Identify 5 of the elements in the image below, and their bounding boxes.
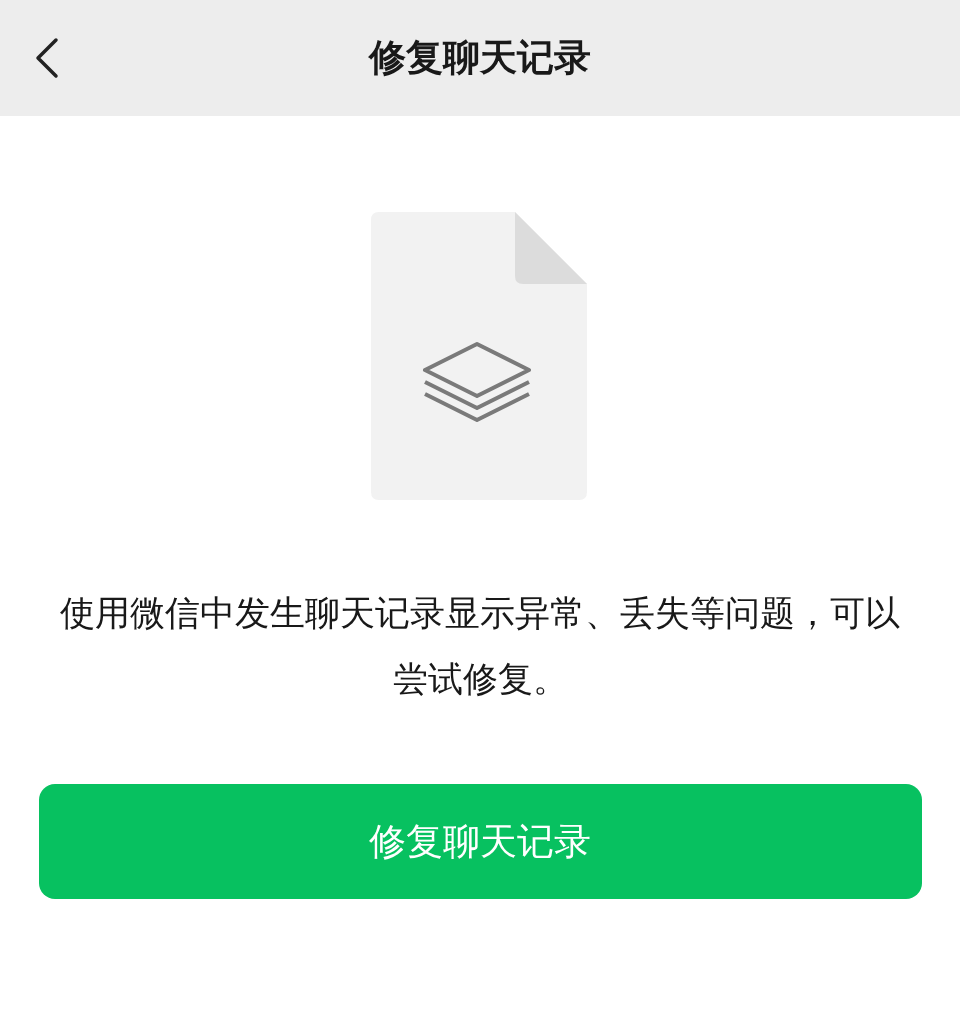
- document-icon: [371, 210, 589, 502]
- back-button[interactable]: [34, 37, 60, 79]
- repair-button[interactable]: 修复聊天记录: [38, 784, 922, 899]
- page-title: 修复聊天记录: [369, 35, 591, 81]
- description-text: 使用微信中发生聊天记录显示异常、丢失等问题，可以尝试修复。: [59, 592, 901, 701]
